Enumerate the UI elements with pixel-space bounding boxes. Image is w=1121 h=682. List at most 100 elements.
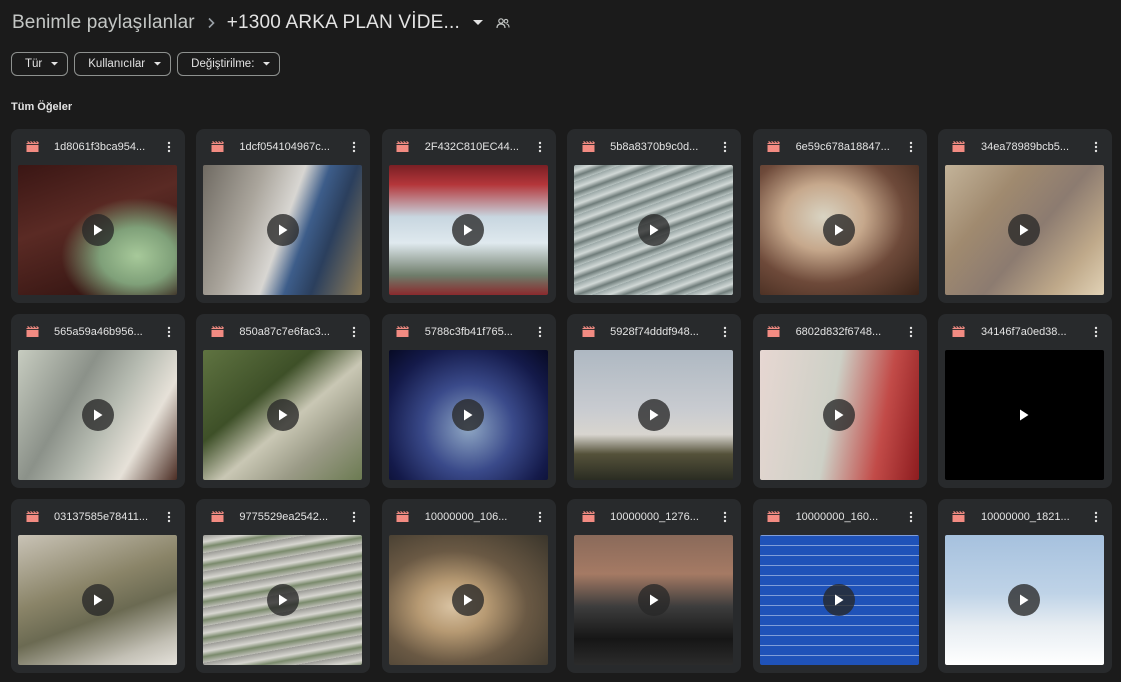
more-options-icon[interactable] bbox=[1084, 320, 1108, 344]
play-icon[interactable] bbox=[823, 584, 856, 616]
file-card[interactable]: 5928f74dddf948... bbox=[567, 314, 742, 488]
breadcrumb: Benimle paylaşılanlar +1300 ARKA PLAN Vİ… bbox=[12, 8, 514, 38]
video-thumbnail[interactable] bbox=[203, 350, 363, 480]
chevron-right-icon bbox=[195, 17, 227, 29]
shared-folder-icon bbox=[492, 9, 514, 37]
file-card[interactable]: 5b8a8370b9c0d... bbox=[567, 129, 742, 303]
video-file-icon bbox=[581, 140, 595, 154]
play-icon[interactable] bbox=[452, 214, 485, 246]
play-icon[interactable] bbox=[81, 214, 114, 246]
file-card[interactable]: 10000000_1821... bbox=[937, 499, 1112, 673]
video-thumbnail[interactable] bbox=[574, 350, 734, 480]
play-icon[interactable] bbox=[81, 584, 114, 616]
file-card[interactable]: 34ea78989bcb5... bbox=[937, 129, 1112, 303]
play-icon[interactable] bbox=[637, 399, 670, 431]
file-card[interactable]: 10000000_160... bbox=[752, 499, 927, 673]
video-thumbnail[interactable] bbox=[18, 350, 177, 480]
more-options-icon[interactable] bbox=[528, 135, 552, 159]
section-title-all-items: Tüm Öğeler bbox=[11, 101, 73, 113]
file-card[interactable]: 5788c3fb41f765... bbox=[381, 314, 556, 488]
video-thumbnail[interactable] bbox=[203, 165, 363, 295]
more-options-icon[interactable] bbox=[899, 320, 923, 344]
video-thumbnail[interactable] bbox=[388, 350, 548, 480]
file-card[interactable]: 2F432C810EC44... bbox=[381, 129, 556, 303]
video-thumbnail[interactable] bbox=[759, 535, 919, 665]
video-thumbnail[interactable] bbox=[388, 535, 548, 665]
video-thumbnail[interactable] bbox=[18, 165, 177, 295]
file-card[interactable]: 10000000_1276... bbox=[567, 499, 742, 673]
file-card[interactable]: 03137585e78411... bbox=[11, 499, 185, 673]
play-icon[interactable] bbox=[1008, 214, 1041, 246]
play-icon[interactable] bbox=[637, 214, 670, 246]
video-thumbnail[interactable] bbox=[388, 165, 548, 295]
file-name: 850a87c7e6fac3... bbox=[239, 326, 330, 338]
video-thumbnail[interactable] bbox=[203, 535, 363, 665]
more-options-icon[interactable] bbox=[157, 135, 181, 159]
more-options-icon[interactable] bbox=[1084, 505, 1108, 529]
video-thumbnail[interactable] bbox=[574, 165, 734, 295]
more-options-icon[interactable] bbox=[899, 505, 923, 529]
play-icon[interactable] bbox=[1008, 584, 1041, 616]
video-thumbnail[interactable] bbox=[944, 350, 1104, 480]
video-thumbnail[interactable] bbox=[944, 165, 1104, 295]
caret-down-icon bbox=[154, 62, 162, 66]
file-card[interactable]: 6802d832f6748... bbox=[752, 314, 927, 488]
more-options-icon[interactable] bbox=[157, 320, 181, 344]
play-icon[interactable] bbox=[1008, 399, 1040, 431]
video-file-icon bbox=[767, 510, 781, 524]
filter-modified-chip[interactable]: Değiştirilme: bbox=[177, 52, 281, 76]
video-file-icon bbox=[210, 140, 224, 154]
video-thumbnail[interactable] bbox=[574, 535, 734, 665]
video-thumbnail[interactable] bbox=[18, 535, 177, 665]
video-file-icon bbox=[25, 510, 39, 524]
play-icon[interactable] bbox=[81, 399, 114, 431]
video-file-icon bbox=[952, 325, 966, 339]
more-options-icon[interactable] bbox=[528, 505, 552, 529]
video-file-icon bbox=[210, 325, 224, 339]
file-name: 1d8061f3bca954... bbox=[54, 141, 146, 153]
video-thumbnail[interactable] bbox=[944, 535, 1104, 665]
file-card[interactable]: 10000000_106... bbox=[381, 499, 556, 673]
file-grid: 1d8061f3bca954... 1dcf054104967c... 2F432C… bbox=[11, 129, 1112, 673]
more-options-icon[interactable] bbox=[1084, 135, 1108, 159]
video-thumbnail[interactable] bbox=[759, 350, 919, 480]
filter-type-label: Tür bbox=[25, 58, 43, 70]
more-options-icon[interactable] bbox=[528, 320, 552, 344]
more-options-icon[interactable] bbox=[157, 505, 181, 529]
play-icon[interactable] bbox=[823, 399, 856, 431]
video-file-icon bbox=[952, 140, 966, 154]
breadcrumb-shared-with-me[interactable]: Benimle paylaşılanlar bbox=[12, 12, 195, 34]
file-name: 34146f7a0ed38... bbox=[980, 326, 1067, 338]
play-icon[interactable] bbox=[637, 584, 670, 616]
caret-down-icon[interactable] bbox=[464, 9, 492, 37]
more-options-icon[interactable] bbox=[899, 135, 923, 159]
play-icon[interactable] bbox=[823, 214, 856, 246]
more-options-icon[interactable] bbox=[713, 505, 737, 529]
file-card[interactable]: 9775529ea2542... bbox=[196, 499, 371, 673]
video-file-icon bbox=[396, 510, 410, 524]
file-card[interactable]: 565a59a46b956... bbox=[11, 314, 185, 488]
file-name: 10000000_106... bbox=[424, 511, 508, 523]
video-file-icon bbox=[25, 140, 39, 154]
play-icon[interactable] bbox=[266, 399, 299, 431]
more-options-icon[interactable] bbox=[713, 320, 737, 344]
file-card[interactable]: 1d8061f3bca954... bbox=[11, 129, 185, 303]
play-icon[interactable] bbox=[266, 584, 299, 616]
file-name: 5928f74dddf948... bbox=[610, 326, 699, 338]
video-thumbnail[interactable] bbox=[759, 165, 919, 295]
file-name: 6e59c678a18847... bbox=[795, 141, 890, 153]
file-card[interactable]: 6e59c678a18847... bbox=[752, 129, 927, 303]
file-card[interactable]: 1dcf054104967c... bbox=[196, 129, 371, 303]
filter-type-chip[interactable]: Tür bbox=[11, 52, 69, 76]
filter-users-chip[interactable]: Kullanıcılar bbox=[74, 52, 172, 76]
play-icon[interactable] bbox=[266, 214, 299, 246]
current-folder-title[interactable]: +1300 ARKA PLAN VİDE... bbox=[227, 12, 460, 34]
more-options-icon[interactable] bbox=[713, 135, 737, 159]
play-icon[interactable] bbox=[452, 399, 485, 431]
file-card[interactable]: 850a87c7e6fac3... bbox=[196, 314, 371, 488]
video-file-icon bbox=[767, 140, 781, 154]
play-icon[interactable] bbox=[452, 584, 485, 616]
video-file-icon bbox=[767, 325, 781, 339]
filter-bar: Tür Kullanıcılar Değiştirilme: bbox=[11, 52, 281, 76]
file-card[interactable]: 34146f7a0ed38... bbox=[937, 314, 1112, 488]
